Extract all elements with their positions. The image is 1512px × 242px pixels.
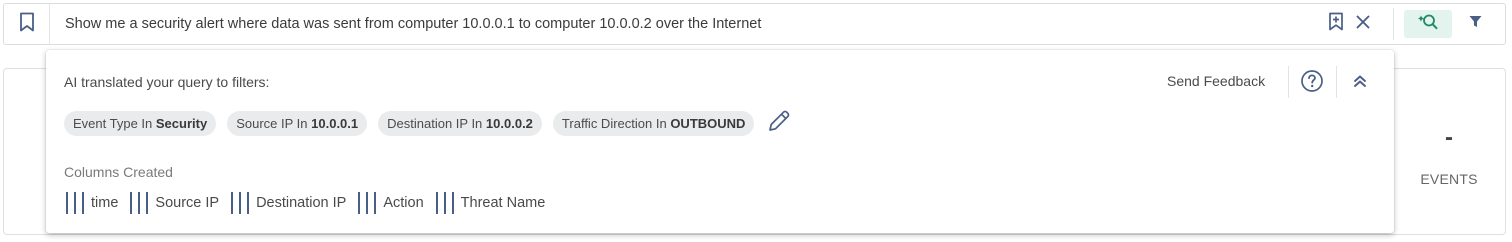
search-bar-divider [1393,8,1394,40]
search-bar: Show me a security alert where data was … [3,3,1506,45]
column-bars-icon [358,192,377,214]
filter-button[interactable] [1464,13,1486,35]
ai-search-button[interactable] [1404,10,1452,38]
pencil-icon [766,108,792,139]
column-label: Threat Name [460,195,546,211]
column-item: time [64,191,118,215]
columns-list: time Source IP Destination IP Action Thr… [64,190,555,216]
column-item: Destination IP [229,191,346,215]
save-query-button[interactable] [1325,12,1347,36]
events-label: EVENTS [1420,171,1478,187]
help-circle-icon [1300,69,1324,98]
bookmark-plus-icon [1328,12,1344,36]
filter-chip-field: Traffic Direction In [561,115,667,131]
filter-chip-value: 10.0.0.2 [485,115,533,131]
column-bars-icon [66,192,84,214]
column-item: Source IP [128,191,219,215]
help-button[interactable] [1300,69,1324,98]
ai-panel-title: AI translated your query to filters: [64,74,270,90]
column-label: Action [383,195,424,211]
column-bars-icon [435,192,454,214]
bookmark-icon [19,12,35,37]
edit-filters-button[interactable] [765,109,793,137]
panel-divider [1336,66,1337,98]
filter-chip-traffic-direction[interactable]: Traffic Direction In OUTBOUND [552,110,755,136]
column-label: time [91,195,119,211]
panel-divider [1288,66,1289,98]
filter-chip-value: Security [155,115,208,131]
filter-chip-field: Source IP In [236,115,308,131]
collapse-panel-button[interactable] [1349,72,1371,94]
filter-chip-list: Event Type In Security Source IP In 10.0… [64,109,793,137]
close-icon [1356,15,1370,34]
search-input[interactable]: Show me a security alert where data was … [65,4,761,44]
column-bars-icon [231,192,250,214]
column-label: Destination IP [256,195,347,211]
filter-icon [1469,15,1482,33]
saved-queries-button[interactable] [4,4,50,44]
clear-search-button[interactable] [1352,13,1374,35]
filter-chip-source-ip[interactable]: Source IP In 10.0.0.1 [227,110,368,136]
filter-chip-destination-ip[interactable]: Destination IP In 10.0.0.2 [378,110,542,136]
filter-chip-event-type[interactable]: Event Type In Security [64,110,217,136]
column-item: Action [356,191,424,215]
chevrons-up-icon [1353,74,1367,93]
ai-search-icon [1417,13,1439,36]
column-bars-icon [130,192,149,214]
filter-chip-field: Destination IP In [387,115,483,131]
filter-chip-value: 10.0.0.1 [311,115,359,131]
column-item: Threat Name [434,191,546,215]
ai-translation-panel: AI translated your query to filters: Sen… [46,50,1394,233]
events-count: - [1445,124,1453,151]
send-feedback-link[interactable]: Send Feedback [1167,73,1265,89]
columns-created-heading: Columns Created [64,164,173,180]
filter-chip-field: Event Type In [73,115,153,131]
column-label: Source IP [155,195,220,211]
filter-chip-value: OUTBOUND [670,115,746,131]
